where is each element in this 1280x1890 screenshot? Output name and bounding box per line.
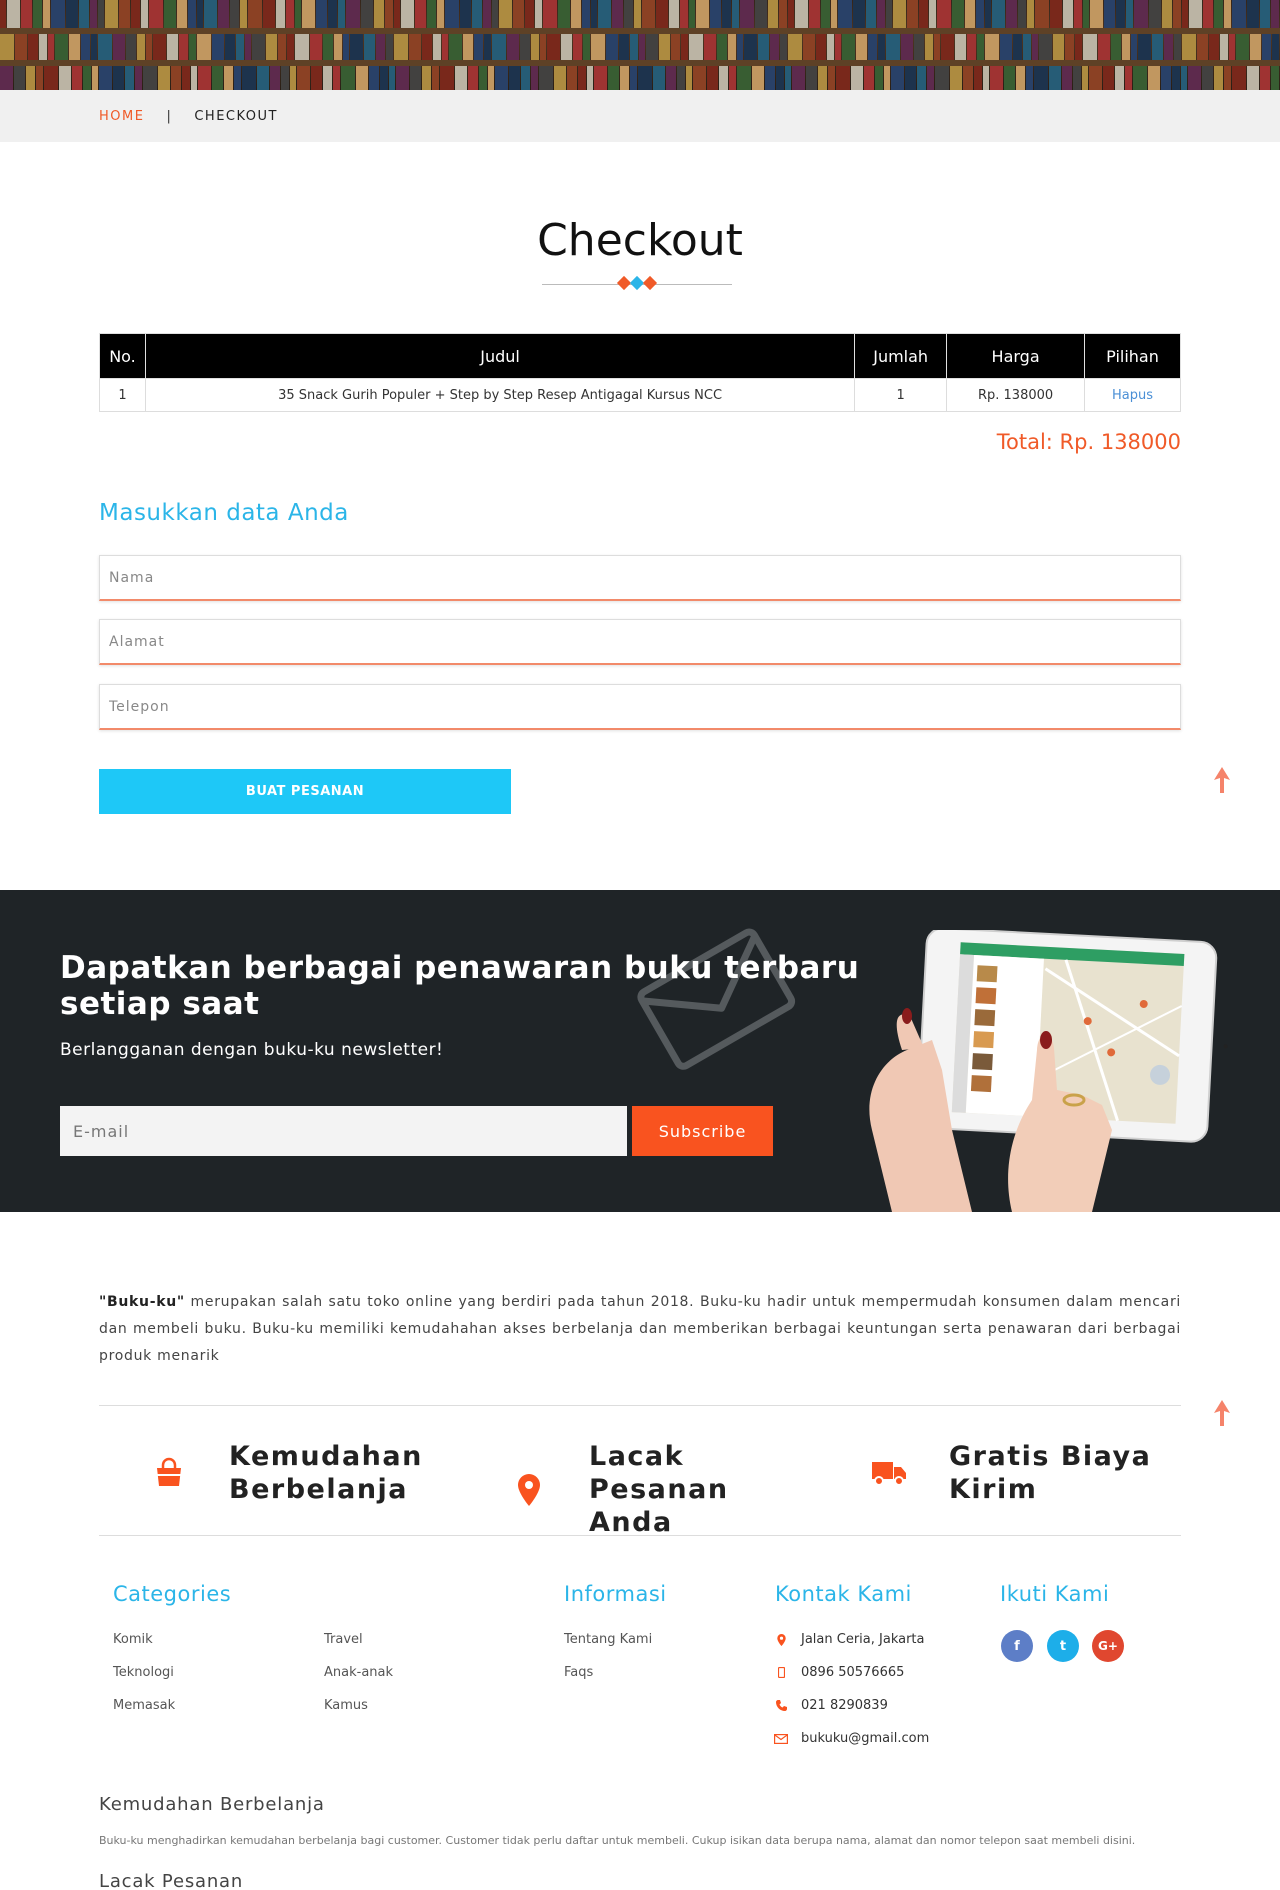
cart-header-row: No. Judul Jumlah Harga Pilihan bbox=[99, 333, 1181, 379]
mobile-icon bbox=[773, 1666, 789, 1680]
category-link[interactable]: Anak-anak bbox=[324, 1665, 393, 1680]
info-link-about[interactable]: Tentang Kami bbox=[564, 1632, 652, 1647]
feature-tracking: Lacak Pesanan Anda bbox=[509, 1440, 809, 1539]
feature-free-shipping: Gratis Biaya Kirim bbox=[869, 1440, 1169, 1506]
column-header-price: Harga bbox=[946, 333, 1086, 379]
tablet-illustration bbox=[869, 930, 1228, 1212]
category-link[interactable]: Kamus bbox=[324, 1698, 368, 1713]
contact-phone-text: 021 8290839 bbox=[801, 1698, 888, 1713]
cart-total: Total: Rp. 138000 bbox=[996, 430, 1181, 454]
contact-mobile-text: 0896 50576665 bbox=[801, 1665, 905, 1680]
feature-shopping: Kemudahan Berbelanja bbox=[149, 1440, 449, 1506]
category-link[interactable]: Travel bbox=[324, 1632, 363, 1647]
place-order-button[interactable]: BUAT PESANAN bbox=[99, 769, 511, 814]
page-title: Checkout bbox=[537, 215, 743, 266]
title-ornament bbox=[616, 275, 658, 291]
column-header-no: No. bbox=[99, 333, 146, 379]
shopping-bag-icon bbox=[149, 1453, 189, 1493]
contact-email-text[interactable]: bukuku@gmail.com bbox=[801, 1731, 929, 1746]
phone-field[interactable] bbox=[99, 684, 1181, 730]
form-title: Masukkan data Anda bbox=[99, 500, 349, 526]
info-section-text: Buku-ku menghadirkan kemudahan berbelanj… bbox=[99, 1834, 1136, 1847]
facebook-icon[interactable]: f bbox=[1001, 1630, 1033, 1662]
info-section-title: Lacak Pesanan bbox=[99, 1871, 244, 1890]
column-header-qty: Jumlah bbox=[854, 333, 948, 379]
contact-address: Jalan Ceria, Jakarta bbox=[773, 1632, 925, 1647]
breadcrumb-bar: HOME | CHECKOUT bbox=[0, 90, 1280, 142]
google-plus-icon[interactable]: G+ bbox=[1092, 1630, 1124, 1662]
about-brand: "Buku-ku" bbox=[99, 1294, 185, 1310]
about-description: merupakan salah satu toko online yang be… bbox=[99, 1294, 1181, 1364]
envelope-icon bbox=[773, 1732, 789, 1746]
categories-heading: Categories bbox=[113, 1582, 232, 1606]
subscribe-button[interactable]: Subscribe bbox=[632, 1106, 773, 1156]
scroll-to-top-icon[interactable] bbox=[1212, 1400, 1232, 1426]
category-link[interactable]: Memasak bbox=[113, 1698, 175, 1713]
about-text: "Buku-ku" merupakan salah satu toko onli… bbox=[99, 1289, 1181, 1370]
name-field[interactable] bbox=[99, 555, 1181, 601]
contact-mobile: 0896 50576665 bbox=[773, 1665, 904, 1680]
cell-price: Rp. 138000 bbox=[946, 378, 1086, 412]
contact-email: bukuku@gmail.com bbox=[773, 1731, 929, 1746]
breadcrumb-home-link[interactable]: HOME bbox=[99, 109, 144, 124]
contact-heading: Kontak Kami bbox=[775, 1582, 912, 1606]
contact-phone: 021 8290839 bbox=[773, 1698, 888, 1713]
twitter-icon[interactable]: t bbox=[1047, 1630, 1079, 1662]
newsletter-email-input[interactable] bbox=[60, 1106, 627, 1156]
truck-icon bbox=[869, 1453, 909, 1493]
feature-label: Kemudahan Berbelanja bbox=[229, 1441, 423, 1505]
information-heading: Informasi bbox=[564, 1582, 667, 1606]
newsletter-subtitle: Berlangganan dengan buku-ku newsletter! bbox=[60, 1040, 444, 1060]
newsletter-section: Dapatkan berbagai penawaran buku terbaru… bbox=[0, 890, 1280, 1212]
header-banner-image bbox=[0, 0, 1280, 90]
category-link[interactable]: Teknologi bbox=[113, 1665, 174, 1680]
category-link[interactable]: Komik bbox=[113, 1632, 153, 1647]
table-row: 1 35 Snack Gurih Populer + Step by Step … bbox=[99, 378, 1181, 412]
scroll-to-top-icon[interactable] bbox=[1212, 767, 1232, 793]
cart-table: No. Judul Jumlah Harga Pilihan 1 35 Snac… bbox=[99, 333, 1181, 412]
phone-icon bbox=[773, 1699, 789, 1713]
remove-item-link[interactable]: Hapus bbox=[1084, 378, 1181, 412]
contact-address-text: Jalan Ceria, Jakarta bbox=[801, 1632, 925, 1647]
map-marker-icon bbox=[509, 1470, 549, 1510]
feature-label: Gratis Biaya Kirim bbox=[949, 1441, 1152, 1505]
breadcrumb-current: CHECKOUT bbox=[194, 109, 278, 124]
map-marker-icon bbox=[773, 1633, 789, 1647]
cell-title: 35 Snack Gurih Populer + Step by Step Re… bbox=[144, 378, 856, 412]
breadcrumb-separator: | bbox=[166, 109, 173, 124]
info-section-title: Kemudahan Berbelanja bbox=[99, 1794, 325, 1815]
divider bbox=[99, 1405, 1181, 1406]
feature-label: Lacak Pesanan Anda bbox=[589, 1441, 729, 1538]
cell-qty: 1 bbox=[854, 378, 948, 412]
newsletter-title: Dapatkan berbagai penawaran buku terbaru… bbox=[60, 950, 860, 1022]
follow-heading: Ikuti Kami bbox=[1000, 1582, 1110, 1606]
divider bbox=[99, 1535, 1181, 1536]
cell-no: 1 bbox=[99, 378, 146, 412]
breadcrumb: HOME | CHECKOUT bbox=[99, 109, 278, 124]
address-field[interactable] bbox=[99, 619, 1181, 665]
info-link-faqs[interactable]: Faqs bbox=[564, 1665, 593, 1680]
column-header-title: Judul bbox=[144, 333, 856, 379]
column-header-action: Pilihan bbox=[1084, 333, 1181, 379]
